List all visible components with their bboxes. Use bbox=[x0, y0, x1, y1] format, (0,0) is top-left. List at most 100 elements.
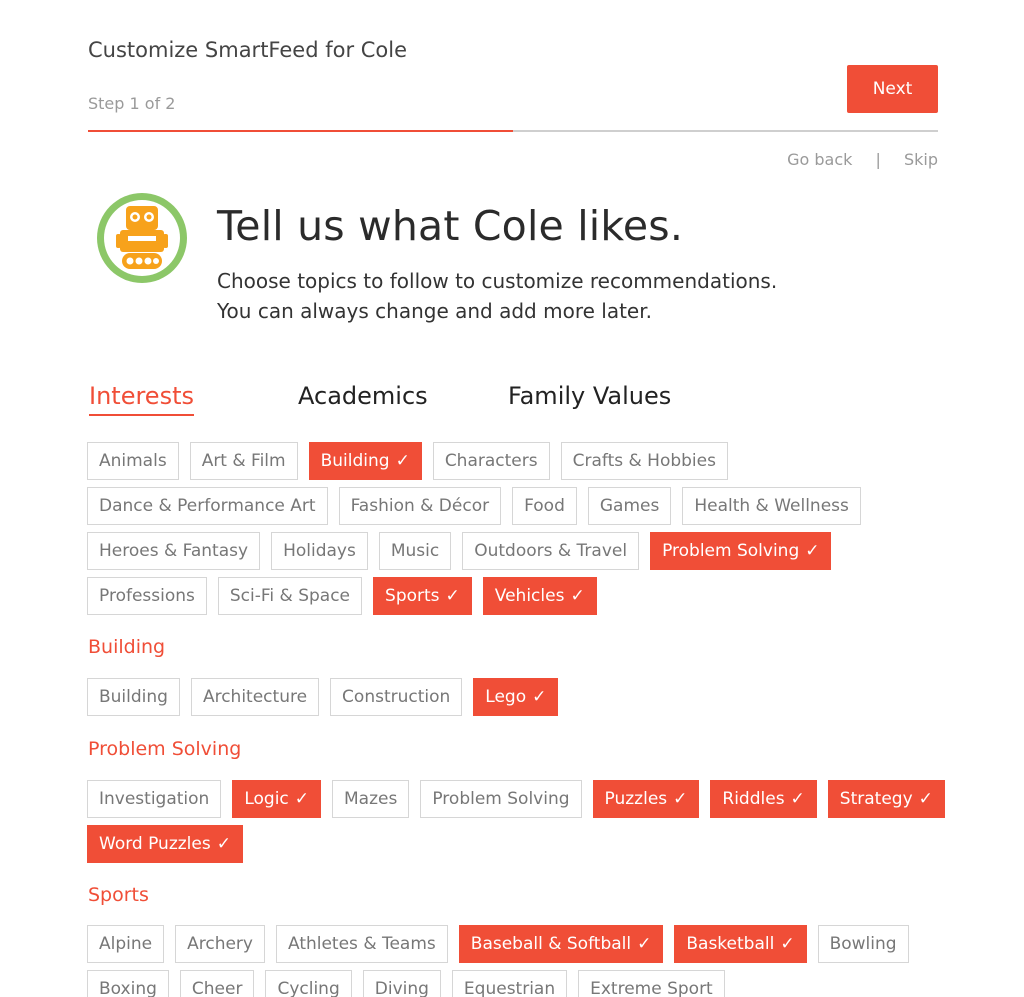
topic-tag-archery[interactable]: Archery bbox=[175, 925, 265, 963]
topic-tag-strategy[interactable]: Strategy ✓ bbox=[827, 780, 945, 818]
topic-tag-label: Diving bbox=[374, 979, 429, 997]
checkmark-icon: ✓ bbox=[532, 687, 547, 707]
topic-tag-diving[interactable]: Diving bbox=[362, 970, 441, 997]
topic-tag-characters[interactable]: Characters bbox=[432, 442, 550, 480]
topic-tag-building[interactable]: Building bbox=[87, 678, 180, 716]
checkmark-icon: ✓ bbox=[445, 586, 460, 606]
page-title: Customize SmartFeed for Cole bbox=[88, 38, 408, 62]
topic-tag-investigation[interactable]: Investigation bbox=[87, 780, 222, 818]
topic-tag-art-and-film[interactable]: Art & Film bbox=[189, 442, 298, 480]
topic-tag-label: Riddles bbox=[722, 789, 785, 809]
topic-tag-problem-solving[interactable]: Problem Solving bbox=[420, 780, 582, 818]
checkmark-icon: ✓ bbox=[637, 934, 652, 954]
topic-tag-label: Characters bbox=[444, 451, 538, 471]
topic-tag-bowling[interactable]: Bowling bbox=[817, 925, 909, 963]
tab-family-values[interactable]: Family Values bbox=[508, 382, 671, 414]
topic-tag-outdoors-and-travel[interactable]: Outdoors & Travel bbox=[462, 532, 640, 570]
hero-subtitle-line: You can always change and add more later… bbox=[217, 299, 652, 323]
topic-tag-fashion-and-d-cor[interactable]: Fashion & Décor bbox=[338, 487, 502, 525]
checkmark-icon: ✓ bbox=[673, 789, 688, 809]
topic-tag-label: Building bbox=[320, 451, 390, 471]
section-heading-sports: Sports bbox=[88, 884, 149, 906]
topic-tag-animals[interactable]: Animals bbox=[87, 442, 179, 480]
topic-tag-vehicles[interactable]: Vehicles ✓ bbox=[482, 577, 597, 615]
topic-tag-lego[interactable]: Lego ✓ bbox=[473, 678, 559, 716]
topic-tag-label: Heroes & Fantasy bbox=[99, 541, 249, 561]
checkmark-icon: ✓ bbox=[780, 934, 795, 954]
topic-tag-label: Bowling bbox=[829, 934, 897, 954]
category-tabs: Interests Academics Family Values bbox=[88, 382, 788, 418]
checkmark-icon: ✓ bbox=[790, 789, 805, 809]
topic-tag-logic[interactable]: Logic ✓ bbox=[232, 780, 322, 818]
topic-tag-label: Fashion & Décor bbox=[350, 496, 490, 516]
hero-subtitle: Choose topics to follow to customize rec… bbox=[217, 266, 777, 326]
topic-tag-label: Puzzles bbox=[604, 789, 668, 809]
robot-icon bbox=[94, 190, 190, 286]
topic-tag-word-puzzles[interactable]: Word Puzzles ✓ bbox=[87, 825, 243, 863]
topic-tag-label: Cycling bbox=[277, 979, 340, 997]
progress-bar-fill bbox=[88, 130, 513, 132]
hero-subtitle-line: Choose topics to follow to customize rec… bbox=[217, 269, 778, 293]
topic-tag-label: Sci-Fi & Space bbox=[229, 586, 351, 606]
topic-tag-crafts-and-hobbies[interactable]: Crafts & Hobbies bbox=[560, 442, 728, 480]
topic-tag-boxing[interactable]: Boxing bbox=[87, 970, 169, 997]
topic-tag-athletes-and-teams[interactable]: Athletes & Teams bbox=[275, 925, 448, 963]
building-tag-list: Building Architecture Construction Lego ✓ bbox=[87, 678, 947, 723]
step-indicator: Step 1 of 2 bbox=[88, 94, 176, 113]
topic-tag-label: Lego bbox=[485, 687, 527, 707]
topic-tag-label: Alpine bbox=[99, 934, 153, 954]
next-button[interactable]: Next bbox=[847, 65, 938, 113]
topic-tag-label: Building bbox=[99, 687, 168, 707]
topic-tag-label: Archery bbox=[187, 934, 253, 954]
topic-tag-heroes-and-fantasy[interactable]: Heroes & Fantasy bbox=[87, 532, 261, 570]
topic-tag-building[interactable]: Building ✓ bbox=[308, 442, 422, 480]
topic-tag-label: Art & Film bbox=[201, 451, 286, 471]
tab-interests[interactable]: Interests bbox=[89, 382, 194, 416]
topic-tag-label: Games bbox=[599, 496, 660, 516]
topic-tag-label: Boxing bbox=[99, 979, 157, 997]
topic-tag-label: Basketball bbox=[686, 934, 775, 954]
go-back-link[interactable]: Go back bbox=[787, 150, 852, 169]
topic-tag-label: Investigation bbox=[99, 789, 210, 809]
tab-academics[interactable]: Academics bbox=[298, 382, 428, 414]
section-heading-building: Building bbox=[88, 636, 166, 658]
topic-tag-music[interactable]: Music bbox=[378, 532, 452, 570]
topic-tag-cheer[interactable]: Cheer bbox=[179, 970, 255, 997]
topic-tag-mazes[interactable]: Mazes bbox=[332, 780, 410, 818]
topic-tag-label: Professions bbox=[99, 586, 195, 606]
topic-tag-puzzles[interactable]: Puzzles ✓ bbox=[592, 780, 700, 818]
topic-tag-sci-fi-and-space[interactable]: Sci-Fi & Space bbox=[217, 577, 363, 615]
topic-tag-label: Vehicles bbox=[494, 586, 565, 606]
link-separator: | bbox=[875, 150, 881, 169]
topic-tag-label: Holidays bbox=[283, 541, 356, 561]
topic-tag-games[interactable]: Games bbox=[587, 487, 672, 525]
topic-tag-label: Logic bbox=[244, 789, 289, 809]
topic-tag-health-and-wellness[interactable]: Health & Wellness bbox=[682, 487, 861, 525]
skip-link[interactable]: Skip bbox=[904, 150, 938, 169]
topic-tag-food[interactable]: Food bbox=[512, 487, 577, 525]
topic-tag-label: Strategy bbox=[839, 789, 913, 809]
topic-tag-riddles[interactable]: Riddles ✓ bbox=[710, 780, 817, 818]
section-heading-problem-solving: Problem Solving bbox=[88, 738, 242, 760]
topic-tag-equestrian[interactable]: Equestrian bbox=[451, 970, 568, 997]
topic-tag-holidays[interactable]: Holidays bbox=[271, 532, 368, 570]
topic-tag-label: Problem Solving bbox=[662, 541, 800, 561]
topic-tag-cycling[interactable]: Cycling bbox=[265, 970, 352, 997]
topic-tag-basketball[interactable]: Basketball ✓ bbox=[674, 925, 807, 963]
topic-tag-label: Word Puzzles bbox=[99, 834, 211, 854]
topic-tag-alpine[interactable]: Alpine bbox=[87, 925, 165, 963]
topic-tag-label: Dance & Performance Art bbox=[99, 496, 316, 516]
topic-tag-label: Animals bbox=[99, 451, 167, 471]
topic-tag-construction[interactable]: Construction bbox=[330, 678, 463, 716]
customize-smartfeed-page: Customize SmartFeed for Cole Step 1 of 2… bbox=[0, 0, 1024, 997]
interest-tag-list: Animals Art & Film Building ✓ Characters Craf… bbox=[87, 442, 947, 622]
topic-tag-label: Extreme Sport bbox=[590, 979, 713, 997]
topic-tag-label: Sports bbox=[385, 586, 440, 606]
topic-tag-architecture[interactable]: Architecture bbox=[190, 678, 320, 716]
topic-tag-extreme-sport[interactable]: Extreme Sport bbox=[578, 970, 725, 997]
topic-tag-sports[interactable]: Sports ✓ bbox=[373, 577, 472, 615]
topic-tag-problem-solving[interactable]: Problem Solving ✓ bbox=[650, 532, 832, 570]
topic-tag-dance-and-performance-art[interactable]: Dance & Performance Art bbox=[87, 487, 328, 525]
topic-tag-professions[interactable]: Professions bbox=[87, 577, 207, 615]
topic-tag-baseball-and-softball[interactable]: Baseball & Softball ✓ bbox=[458, 925, 664, 963]
